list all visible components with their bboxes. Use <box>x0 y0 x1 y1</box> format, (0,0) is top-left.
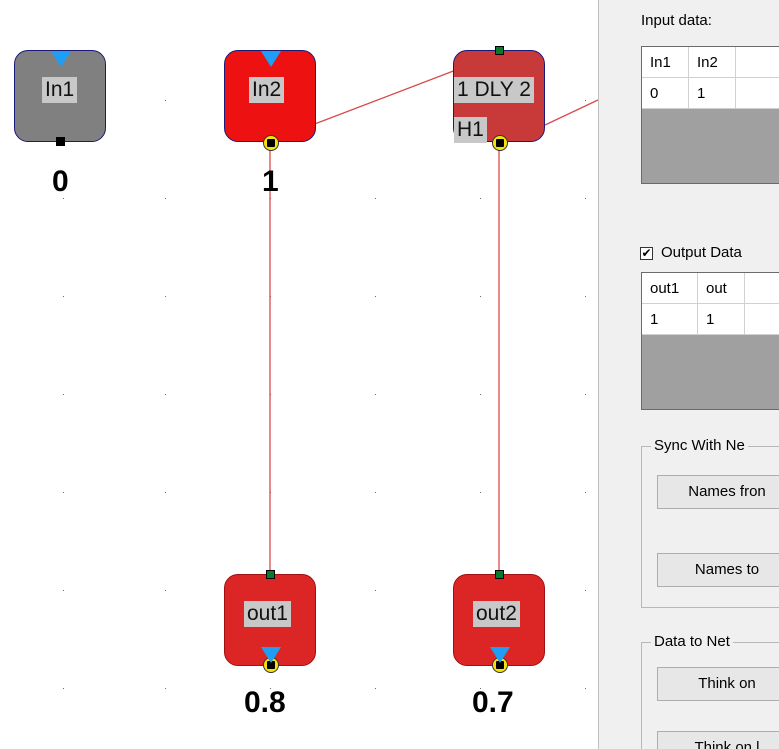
output-port-icon[interactable] <box>492 135 508 151</box>
grid-cell <box>736 78 779 109</box>
grid-cell[interactable]: 0 <box>642 78 689 109</box>
table-row: 1 1 <box>642 304 779 335</box>
sync-group-title: Sync With Ne <box>651 437 748 454</box>
grid-cell <box>745 304 779 335</box>
input-port-icon[interactable] <box>495 46 504 55</box>
column-header[interactable]: In1 <box>642 47 689 78</box>
node-delay-label: 1 DLY 2 <box>454 77 534 103</box>
names-from-button[interactable]: Names fron <box>657 475 779 509</box>
node-in1-value: 0 <box>52 165 69 198</box>
wire-in2-dly <box>311 69 457 126</box>
node-out1[interactable]: out1 <box>224 570 316 673</box>
think-on-button[interactable]: Think on <box>657 667 779 701</box>
node-out1-label: out1 <box>244 601 291 627</box>
output-data-grid[interactable]: out1 out 1 1 <box>641 272 779 410</box>
input-port-icon <box>261 51 281 67</box>
grid-cell[interactable]: 1 <box>642 304 698 335</box>
node-delay-sublabel: H1 <box>454 117 487 143</box>
wire-dly-right <box>544 99 598 126</box>
node-out2-label: out2 <box>473 601 520 627</box>
grid-header-row: In1 In2 <box>642 47 779 78</box>
input-data-title: Input data: <box>641 12 712 29</box>
grid-cell[interactable]: 1 <box>698 304 745 335</box>
data-to-net-title: Data to Net <box>651 633 733 650</box>
table-row: 0 1 <box>642 78 779 109</box>
output-data-label: Output Data <box>661 244 742 261</box>
column-header <box>736 47 779 78</box>
think-on-2-button[interactable]: Think on l <box>657 731 779 749</box>
column-header <box>745 273 779 304</box>
output-port-icon[interactable] <box>263 135 279 151</box>
column-header[interactable]: In2 <box>689 47 736 78</box>
output-marker-icon <box>490 647 510 663</box>
data-panel: Input data: In1 In2 0 1 ✔ Output Data ou… <box>598 0 779 749</box>
node-in2[interactable]: In2 <box>224 50 316 151</box>
column-header[interactable]: out1 <box>642 273 698 304</box>
input-port-icon[interactable] <box>495 570 504 579</box>
network-canvas[interactable]: In1 0 In2 1 1 DLY 2 H1 out1 0.8 out2 0.7 <box>0 0 598 749</box>
grid-header-row: out1 out <box>642 273 779 304</box>
node-in1[interactable]: In1 <box>14 50 106 146</box>
output-port-icon[interactable] <box>56 137 65 146</box>
node-out2-value: 0.7 <box>472 686 514 719</box>
output-marker-icon <box>261 647 281 663</box>
grid-cell[interactable]: 1 <box>689 78 736 109</box>
node-in2-value: 1 <box>262 165 279 198</box>
node-out1-value: 0.8 <box>244 686 286 719</box>
node-in1-label: In1 <box>42 77 78 103</box>
node-in2-label: In2 <box>249 77 285 103</box>
input-port-icon[interactable] <box>266 570 275 579</box>
node-delay[interactable]: 1 DLY 2 H1 <box>453 46 545 151</box>
input-port-icon <box>51 51 71 67</box>
output-data-checkbox[interactable]: ✔ <box>640 247 653 260</box>
column-header[interactable]: out <box>698 273 745 304</box>
node-out2[interactable]: out2 <box>453 570 545 673</box>
names-to-button[interactable]: Names to <box>657 553 779 587</box>
input-data-grid[interactable]: In1 In2 0 1 <box>641 46 779 184</box>
